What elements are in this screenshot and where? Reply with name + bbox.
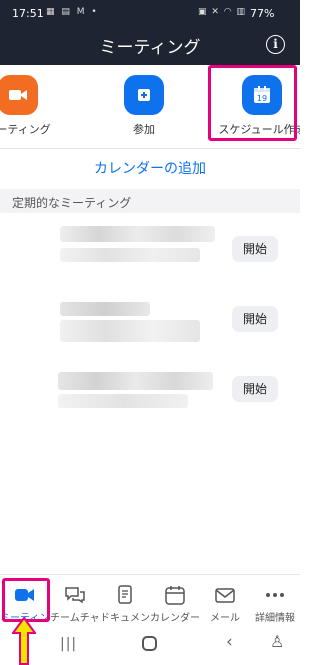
accessibility-icon[interactable]: ♙ (270, 632, 284, 651)
system-status-icons: ▣ ✕ ◠ ▥ (198, 7, 246, 17)
blurred-meeting-title (60, 302, 150, 316)
tab-documents[interactable]: ドキュメント (100, 575, 150, 627)
recurring-meetings-header: 定期的なミーティング (0, 189, 300, 213)
tab-mail[interactable]: メール (200, 575, 250, 627)
start-button[interactable]: 開始 (232, 236, 278, 262)
mail-icon (215, 588, 235, 603)
tab-label: チームチャット (50, 613, 100, 624)
tab-calendar[interactable]: カレンダー (150, 575, 200, 627)
blurred-meeting-id (60, 320, 200, 342)
blurred-meeting-id (58, 394, 188, 408)
tab-label: ドキュメント (100, 613, 150, 624)
info-icon[interactable]: i (266, 35, 285, 54)
meeting-item[interactable]: 開始 (0, 214, 300, 284)
home-icon[interactable] (142, 636, 157, 651)
tab-more[interactable]: 詳細情報 (250, 575, 300, 627)
title-bar: ミーティング i (0, 26, 300, 64)
join-button[interactable]: 参加 (104, 65, 184, 148)
app-header: 17:51 ▦ ▤ M • ▣ ✕ ◠ ▥ 77% ミーティング i (0, 0, 300, 65)
blurred-meeting-title (58, 372, 213, 390)
schedule-highlight-box (208, 65, 297, 141)
annotation-arrow-icon (12, 617, 36, 665)
add-calendar-link[interactable]: カレンダーの追加 (0, 150, 300, 184)
status-bar: 17:51 ▦ ▤ M • ▣ ✕ ◠ ▥ 77% (0, 0, 300, 26)
notification-icons: ▦ ▤ M • (46, 7, 99, 17)
status-time: 17:51 (12, 7, 44, 20)
back-icon[interactable]: ‹ (226, 632, 233, 652)
meeting-item[interactable]: 開始 (0, 292, 300, 362)
tab-label: 詳細情報 (255, 613, 295, 624)
plus-icon (124, 75, 164, 115)
start-button[interactable]: 開始 (232, 306, 278, 332)
calendar-icon (165, 586, 185, 605)
meeting-item[interactable]: 開始 (0, 362, 300, 432)
recent-apps-icon[interactable]: ||| (60, 636, 77, 652)
new-meeting-button[interactable]: ミーティング (0, 65, 58, 148)
tab-label: カレンダー (150, 613, 200, 624)
blurred-meeting-id (60, 248, 200, 262)
page-title: ミーティング (99, 38, 201, 58)
tab-team-chat[interactable]: チームチャット (50, 575, 100, 627)
chat-icon (65, 587, 85, 604)
document-icon (118, 585, 132, 604)
video-camera-icon (0, 75, 38, 115)
quick-actions: ミーティング 参加 19 スケジュール作成 (0, 65, 300, 149)
more-icon (266, 593, 284, 597)
system-nav-bar: ||| ‹ ♙ (0, 626, 300, 665)
start-button[interactable]: 開始 (232, 376, 278, 402)
tab-label: メール (210, 613, 240, 624)
battery-level: 77% (250, 7, 275, 20)
blurred-meeting-title (60, 226, 215, 242)
meetings-tab-highlight-box (2, 578, 50, 622)
